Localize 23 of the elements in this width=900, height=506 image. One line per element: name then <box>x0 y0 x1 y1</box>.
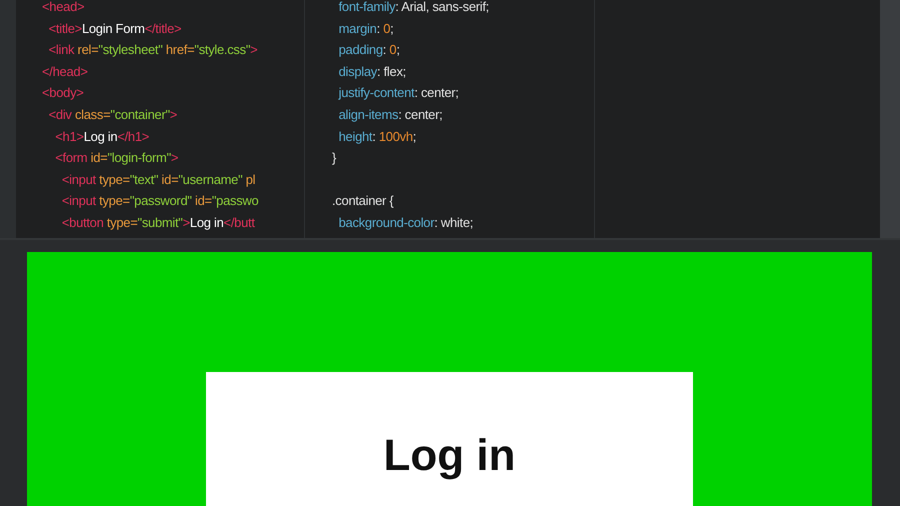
code-line: </head> <box>42 62 88 81</box>
code-line: font-family: Arial, sans-serif; <box>338 0 489 16</box>
code-line: <input type="text" id="username" pl <box>60 170 256 189</box>
code-line: padding: 0; <box>338 41 400 60</box>
code-line: margin: 0; <box>338 20 394 38</box>
code-line: .container { <box>332 192 394 210</box>
code-line: height: 100vh; <box>338 128 416 146</box>
code-line: <form id="login-form"> <box>54 149 178 168</box>
code-line: <head> <box>42 0 84 16</box>
code-line: <div class="container"> <box>48 106 178 124</box>
code-line: <input type="password" id="passwo <box>60 192 258 210</box>
code-line: <h1>Log in</h1> <box>54 128 150 146</box>
login-heading: Log in <box>384 430 516 482</box>
code-line: <button type="submit">Log in</butt <box>60 214 255 232</box>
code-line: justify-content: center; <box>337 84 459 102</box>
code-line: <body> <box>42 84 84 102</box>
code-line: display: flex; <box>338 62 406 81</box>
code-line: } <box>332 149 336 168</box>
code-line: <link rel="stylesheet" href="style.css"> <box>48 41 258 60</box>
code-line: <title>Login Form</title> <box>48 20 182 38</box>
code-line: align-items: center; <box>338 106 442 124</box>
scrollbar-track[interactable] <box>880 0 900 238</box>
code-line: background-color: white; <box>338 214 474 232</box>
